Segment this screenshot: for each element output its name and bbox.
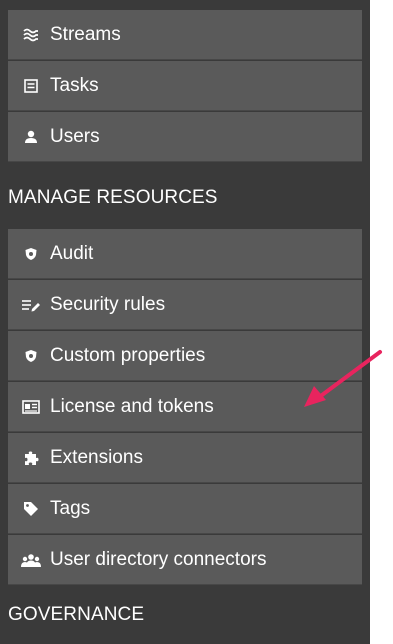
license-card-icon — [20, 397, 42, 417]
nav-item-extensions[interactable]: Extensions — [8, 433, 362, 483]
nav-item-label: Security rules — [50, 293, 166, 315]
nav-item-label: Extensions — [50, 446, 143, 468]
nav-item-audit[interactable]: Audit — [8, 229, 362, 279]
nav-item-tasks[interactable]: Tasks — [8, 61, 362, 111]
tag-icon — [20, 499, 42, 519]
section-title: GOVERNANCE — [8, 604, 145, 625]
nav-item-custom-properties[interactable]: Custom properties — [8, 331, 362, 381]
navigation-panel: Streams Tasks Users MANAGE RESOURCES Aud… — [0, 0, 370, 644]
user-icon — [20, 127, 42, 147]
section-header-manage-resources: MANAGE RESOURCES — [0, 169, 370, 227]
security-rules-icon — [20, 295, 42, 315]
nav-item-license-and-tokens[interactable]: License and tokens — [8, 382, 362, 432]
nav-item-tags[interactable]: Tags — [8, 484, 362, 534]
nav-item-security-rules[interactable]: Security rules — [8, 280, 362, 330]
nav-item-label: Users — [50, 125, 100, 147]
tasks-icon — [20, 76, 42, 96]
nav-item-label: Custom properties — [50, 344, 206, 366]
user-group-icon — [20, 550, 42, 570]
custom-properties-icon — [20, 346, 42, 366]
section-header-governance: GOVERNANCE — [0, 586, 370, 644]
nav-item-streams[interactable]: Streams — [8, 10, 362, 60]
nav-item-label: User directory connectors — [50, 548, 267, 570]
nav-item-label: License and tokens — [50, 395, 214, 417]
nav-item-label: Streams — [50, 23, 121, 45]
nav-item-label: Tags — [50, 497, 91, 519]
streams-icon — [20, 25, 42, 45]
nav-item-user-directory-connectors[interactable]: User directory connectors — [8, 535, 362, 585]
nav-item-label: Audit — [50, 242, 94, 264]
puzzle-icon — [20, 448, 42, 468]
nav-item-label: Tasks — [50, 74, 99, 96]
audit-shield-icon — [20, 244, 42, 264]
nav-item-users[interactable]: Users — [8, 112, 362, 162]
section-title: MANAGE RESOURCES — [8, 187, 218, 208]
